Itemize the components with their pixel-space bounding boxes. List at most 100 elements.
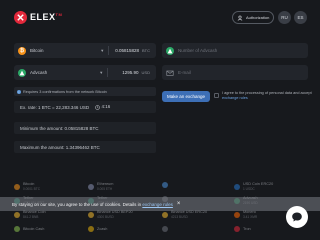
currency-text: Binance Coin 841.2 BNB [23, 210, 46, 219]
currency-reserve: 0.0001 BTC [23, 187, 41, 191]
currency-text: Zcash [97, 227, 107, 232]
authorization-button[interactable]: Authorization [232, 11, 274, 24]
currency-name: Zcash [97, 226, 108, 231]
currency-name: USD Coin ERC20 [243, 182, 274, 186]
currency-text: Ethereum 0.005 ETH [97, 182, 113, 191]
currency-grid-item[interactable]: Zcash [88, 226, 107, 232]
give-currency-label: Bitcoin [30, 48, 44, 53]
bitcoin-icon: ₿ [18, 46, 26, 55]
clock-icon [95, 104, 100, 110]
currency-text: Binance USD ERC20 4213 BUSD [171, 210, 207, 219]
give-amount-input[interactable]: 0.05815828 [115, 48, 139, 53]
currency-name: Bitcoin Cash [23, 226, 45, 231]
currency-reserve: 4213 BUSD [171, 215, 188, 219]
language-ru-button[interactable]: RU [278, 11, 291, 24]
field-divider [108, 46, 110, 55]
get-currency-label: Advcash [30, 70, 48, 75]
currency-text: Bitcoin 0.0001 BTC [23, 182, 40, 191]
exchange-rate-row: Ex. rate: 1 BTC = 22,283.346 USD 4:16 [14, 101, 156, 113]
currency-icon [14, 226, 20, 232]
currency-reserve: 0.005 ETH [97, 187, 113, 191]
currency-icon [162, 211, 168, 218]
currency-icon [234, 183, 240, 190]
currency-grid-item[interactable]: USD Coin ERC20 1 USDC [234, 182, 273, 191]
currency-grid-item[interactable]: Monero 3.41 XMR [234, 210, 257, 219]
email-placeholder: E-mail [178, 70, 191, 75]
currency-grid-item[interactable] [162, 226, 171, 232]
close-icon[interactable]: × [177, 201, 181, 207]
rate-timer: 4:16 [95, 104, 111, 110]
advcash-icon [18, 68, 26, 77]
currency-icon [14, 211, 20, 218]
mail-icon [166, 70, 174, 76]
chat-button[interactable] [286, 206, 308, 228]
currency-grid-item[interactable] [162, 182, 171, 188]
cookie-rules-link[interactable]: exchange rules [142, 202, 173, 207]
currency-reserve: 3.41 XMR [243, 215, 258, 219]
chevron-down-icon[interactable]: ▼ [99, 70, 103, 75]
currency-name: Tron [243, 226, 251, 231]
currency-icon [234, 211, 240, 218]
currency-grid-item[interactable]: Bitcoin 0.0001 BTC [14, 182, 40, 191]
currency-grid-item[interactable]: Binance USD ERC20 4213 BUSD [162, 210, 207, 219]
logo-icon[interactable] [14, 11, 27, 24]
account-number-placeholder: Number of Advcash [178, 48, 218, 53]
max-amount: Maximum the amount: 1.34396462 BTC [20, 144, 100, 150]
currency-icon [88, 211, 94, 218]
confirmations-notice: i Requires 3 confirmations from the netw… [14, 87, 156, 96]
currency-icon [162, 182, 168, 188]
currency-icon [14, 183, 20, 190]
chat-icon [292, 212, 302, 222]
field-divider [107, 68, 109, 77]
currency-icon [88, 183, 94, 190]
agree-checkbox[interactable] [214, 93, 219, 98]
currency-grid-item[interactable]: Binance USD BEP20 4300 BUSD [88, 210, 133, 219]
get-unit: USD [141, 70, 150, 75]
currency-reserve: 841.2 BNB [23, 215, 39, 219]
currency-icon [234, 226, 240, 232]
cookie-text: By staying on our site, you agree to the… [12, 202, 173, 207]
account-number-input[interactable]: Number of Advcash [162, 43, 308, 58]
user-icon [237, 15, 243, 21]
currency-text: Binance USD BEP20 4300 BUSD [97, 210, 133, 219]
make-exchange-button[interactable]: Make an exchange [162, 91, 210, 102]
currency-grid-item[interactable]: Tron [234, 226, 251, 232]
currency-reserve: 1 USDC [243, 187, 255, 191]
logo-tm: TM [55, 12, 63, 17]
exchange-rate: Ex. rate: 1 BTC = 22,283.346 USD [20, 104, 90, 110]
currency-name: Bitcoin [23, 182, 35, 186]
min-amount: Minimum the amount: 0.05815828 BTC [20, 125, 99, 131]
currency-grid-item[interactable]: Binance Coin 841.2 BNB [14, 210, 46, 219]
info-icon: i [17, 89, 21, 94]
agree-label: I agree to the processing of personal da… [222, 91, 312, 95]
authorization-label: Authorization [246, 15, 270, 20]
chevron-down-icon[interactable]: ▼ [100, 48, 104, 53]
logo[interactable]: ELEXTM [30, 12, 62, 22]
currency-text: Bitcoin Cash [23, 227, 44, 232]
currency-name: Ethereum [97, 182, 114, 186]
currency-icon [162, 226, 168, 232]
email-input[interactable]: E-mail [162, 65, 308, 80]
cookie-message: By staying on our site, you agree to the… [12, 201, 142, 207]
exchange-rules-link[interactable]: exchange rules [222, 96, 248, 100]
agree-text: I agree to the processing of personal da… [222, 91, 312, 101]
advcash-icon [166, 46, 174, 55]
logo-text: ELEX [30, 12, 56, 22]
notice-text: Requires 3 confirmations from the networ… [23, 89, 107, 94]
timer-value: 4:16 [101, 104, 111, 110]
currency-reserve: 4300 BUSD [97, 215, 114, 219]
get-amount-input[interactable]: 1295.90 [122, 70, 138, 75]
currency-grid-item[interactable]: Ethereum 0.005 ETH [88, 182, 113, 191]
language-es-button[interactable]: ES [294, 11, 307, 24]
get-currency-field[interactable]: Advcash ▼ 1295.90 USD [14, 65, 156, 80]
currency-text: Tron [243, 227, 251, 232]
currency-grid-item[interactable]: Bitcoin Cash [14, 226, 44, 232]
give-unit: BTC [142, 48, 150, 53]
currency-icon [88, 226, 94, 232]
max-amount-row: Maximum the amount: 1.34396462 BTC [14, 141, 156, 153]
cookie-banner: By staying on our site, you agree to the… [0, 197, 320, 211]
currency-text: Monero 3.41 XMR [243, 210, 257, 219]
min-amount-row: Minimum the amount: 0.05815828 BTC [14, 122, 156, 134]
give-currency-field[interactable]: ₿ Bitcoin ▼ 0.05815828 BTC [14, 43, 156, 58]
currency-text: USD Coin ERC20 1 USDC [243, 182, 273, 191]
